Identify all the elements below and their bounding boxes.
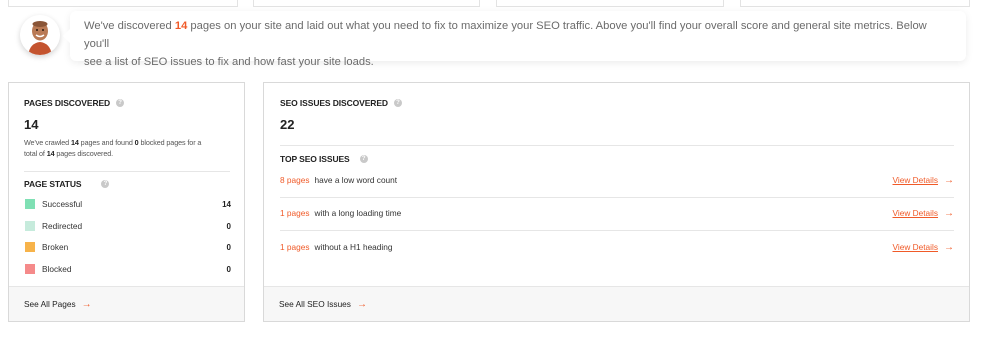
divider: [280, 230, 954, 231]
issue-row: 8 pages have a low word count View Detai…: [280, 173, 954, 187]
see-all-pages-link[interactable]: See All Pages →: [9, 286, 244, 321]
status-swatch: [25, 242, 35, 252]
seo-issues-count: 22: [280, 117, 295, 132]
arrow-right-icon: →: [944, 174, 954, 186]
view-details-link[interactable]: View Details →: [893, 242, 955, 253]
top-seo-issues-title: TOP SEO ISSUES ?: [280, 154, 368, 164]
issue-count[interactable]: 1 pages: [280, 242, 310, 252]
pages-discovered-count: 14: [24, 117, 39, 132]
status-value: 0: [226, 221, 231, 231]
status-value: 0: [226, 264, 231, 274]
pages-discovered-label: PAGES DISCOVERED: [24, 98, 111, 108]
status-label: Successful: [42, 199, 83, 209]
intro-text-line2: see a list of SEO issues to fix and how …: [84, 56, 374, 68]
status-label: Blocked: [42, 264, 72, 274]
help-icon[interactable]: ?: [393, 99, 402, 107]
intro-pages-count: 14: [174, 20, 188, 32]
help-icon[interactable]: ?: [116, 99, 125, 107]
pages-discovered-desc: We've crawled 14 pages and found 0 block…: [24, 138, 202, 158]
arrow-right-icon: →: [944, 241, 954, 253]
pages-discovered-title: PAGES DISCOVERED ?: [24, 98, 125, 108]
status-label: Redirected: [42, 221, 83, 231]
view-details-label: View Details: [892, 175, 939, 185]
issue-text: with a long loading time: [314, 208, 402, 218]
issue-text: have a low word count: [314, 175, 398, 185]
status-swatch: [25, 221, 35, 231]
avatar: [20, 15, 60, 55]
seo-issues-title: SEO ISSUES DISCOVERED ?: [280, 98, 402, 108]
status-label: Broken: [42, 242, 69, 252]
status-row-blocked: Blocked 0: [25, 262, 231, 276]
top-seo-issues-label: TOP SEO ISSUES: [280, 154, 350, 164]
intro-text-cont: pages on your site and laid out what you…: [84, 20, 927, 50]
pages-discovered-card: PAGES DISCOVERED ? 14 We've crawled 14 p…: [8, 82, 245, 322]
issue-row: 1 pages without a H1 heading View Detail…: [280, 240, 954, 254]
status-row-broken: Broken 0: [25, 240, 231, 254]
issue-row: 1 pages with a long loading time View De…: [280, 206, 954, 220]
top-card-1: [8, 0, 238, 7]
issue-count[interactable]: 8 pages: [280, 175, 310, 185]
status-value: 14: [222, 199, 231, 209]
view-details-label: View Details: [892, 208, 939, 218]
intro-bubble: We've discovered 14 pages on your site a…: [63, 11, 966, 68]
arrow-right-icon: →: [356, 298, 367, 310]
issue-count[interactable]: 1 pages: [280, 208, 310, 218]
see-all-seo-issues-label: See All SEO Issues: [279, 299, 351, 309]
top-card-4: [740, 0, 970, 7]
status-value: 0: [226, 242, 231, 252]
seo-issues-label: SEO ISSUES DISCOVERED: [280, 98, 388, 108]
arrow-right-icon: →: [944, 207, 954, 219]
seo-issues-card: SEO ISSUES DISCOVERED ? 22 TOP SEO ISSUE…: [263, 82, 970, 322]
view-details-label: View Details: [892, 242, 939, 252]
page-status-label: PAGE STATUS: [24, 179, 82, 189]
help-icon[interactable]: ?: [359, 155, 368, 163]
page-status-title: PAGE STATUS ?: [24, 179, 110, 189]
status-swatch: [25, 264, 35, 274]
divider: [24, 171, 230, 172]
divider: [280, 145, 954, 146]
see-all-pages-label: See All Pages: [24, 299, 76, 309]
intro-text: We've discovered: [84, 20, 175, 32]
view-details-link[interactable]: View Details →: [893, 208, 955, 219]
see-all-seo-issues-link[interactable]: See All SEO Issues →: [264, 286, 969, 321]
arrow-right-icon: →: [81, 298, 92, 310]
help-icon[interactable]: ?: [101, 180, 110, 188]
status-swatch: [25, 199, 35, 209]
divider: [280, 197, 954, 198]
top-card-2: [253, 0, 480, 7]
view-details-link[interactable]: View Details →: [893, 175, 955, 186]
status-row-redirected: Redirected 0: [25, 219, 231, 233]
status-row-successful: Successful 14: [25, 197, 231, 211]
top-card-3: [496, 0, 724, 7]
issue-text: without a H1 heading: [314, 242, 393, 252]
intro-message: We've discovered 14 pages on your site a…: [14, 11, 966, 68]
